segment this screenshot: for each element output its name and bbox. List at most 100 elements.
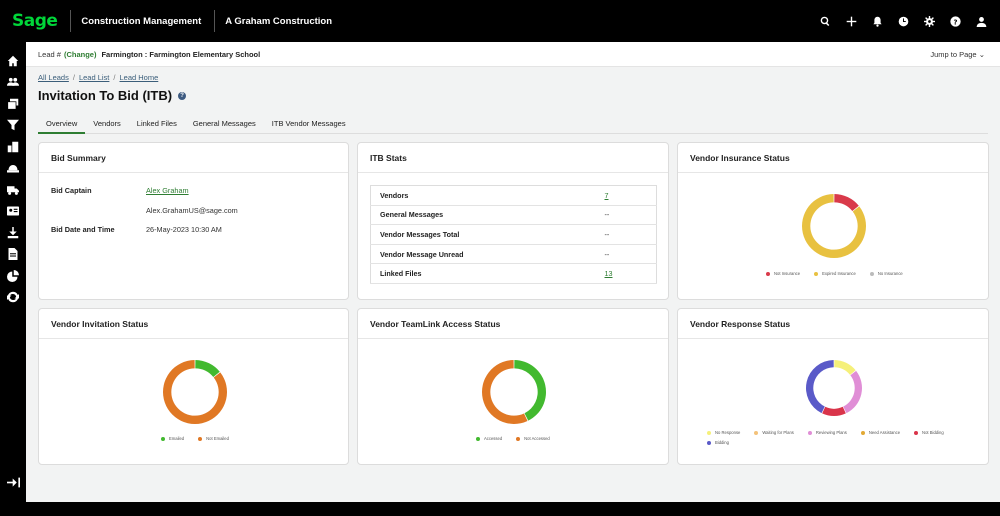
refresh-icon[interactable] <box>0 287 26 309</box>
donut-slice[interactable] <box>834 360 856 375</box>
stats-row: Vendor Messages Total -- <box>370 225 657 245</box>
legend-swatch <box>707 440 711 445</box>
lead-label: Lead # <box>38 49 61 59</box>
collapse-sidebar-icon[interactable] <box>0 472 26 492</box>
donut-slice[interactable] <box>834 194 859 212</box>
pie-chart-icon[interactable] <box>0 265 26 287</box>
donut-slice[interactable] <box>514 360 546 421</box>
legend-item[interactable]: Not Bidding <box>914 430 944 435</box>
insurance-legend: Not Insurance Expired Insurance No Insuran… <box>766 271 986 281</box>
legend-label: Reviewing Plans <box>815 430 847 435</box>
download-icon[interactable] <box>0 222 26 244</box>
tab-bar: Overview Vendors Linked Files General Me… <box>38 114 988 134</box>
stats-key: Vendor Message Unread <box>380 249 464 259</box>
home-icon[interactable] <box>0 50 26 72</box>
help-icon[interactable]: ? <box>178 91 187 100</box>
plus-icon[interactable] <box>844 14 858 28</box>
donut-slice[interactable] <box>822 406 846 416</box>
stats-value-link[interactable]: 7 <box>605 191 609 200</box>
legend-label: Not Bidding <box>922 430 944 435</box>
help-icon[interactable]: ? <box>948 14 962 28</box>
legend-swatch <box>807 430 812 435</box>
legend-label: Emailed <box>169 436 185 441</box>
legend-item[interactable]: Not Emailed <box>198 436 229 441</box>
stats-row: Linked Files 13 <box>370 264 657 284</box>
sage-logo[interactable]: Sage <box>12 11 58 31</box>
bid-captain-label: Bid Captain <box>51 186 92 195</box>
vendor-invitation-card: Vendor Invitation Status Emailed Not Emai… <box>38 308 349 465</box>
svg-text:?: ? <box>953 18 957 26</box>
donut-slice[interactable] <box>482 360 528 424</box>
legend-item[interactable]: Reviewing Plans <box>807 430 847 435</box>
legend-item[interactable]: Accessed <box>476 436 502 441</box>
bell-icon[interactable] <box>870 14 884 28</box>
divider <box>70 10 72 32</box>
legend-swatch <box>869 271 874 276</box>
page-title-text: Invitation To Bid (ITB) <box>38 88 173 103</box>
id-card-icon[interactable] <box>0 201 26 223</box>
legend-label: Expired Insurance <box>822 271 856 276</box>
tab-itb-vendor-messages[interactable]: ITB Vendor Messages <box>264 114 354 134</box>
breadcrumb-lead-list[interactable]: Lead List <box>79 73 109 82</box>
top-bar: Sage Construction Management A Graham Co… <box>0 0 1000 42</box>
tab-overview[interactable]: Overview <box>38 114 86 134</box>
legend-label: No Response <box>715 430 741 435</box>
legend-item[interactable]: Need Assistance <box>860 430 900 435</box>
bid-captain-link[interactable]: Alex Graham <box>146 186 189 195</box>
filter-icon[interactable] <box>0 115 26 137</box>
card-title: Vendor Invitation Status <box>39 309 348 339</box>
legend-swatch <box>161 436 165 441</box>
building-icon[interactable] <box>0 136 26 158</box>
gear-icon[interactable] <box>922 14 936 28</box>
legend-item[interactable]: Waiting for Plans <box>754 430 794 435</box>
breadcrumb-lead-home[interactable]: Lead Home <box>120 73 159 82</box>
stats-key: Vendors <box>380 190 409 200</box>
legend-item[interactable]: Expired Insurance <box>814 271 856 276</box>
tab-linked-files[interactable]: Linked Files <box>129 114 185 134</box>
donut-slice[interactable] <box>195 360 220 378</box>
legend-item[interactable]: Not Insurance <box>766 271 800 276</box>
page-title: Invitation To Bid (ITB) ? <box>38 88 187 103</box>
legend-swatch <box>914 430 919 435</box>
toolbar-icons: ? <box>818 0 988 42</box>
legend-label: Not Accessed <box>524 436 550 441</box>
clock-icon[interactable] <box>896 14 910 28</box>
layers-icon[interactable] <box>0 93 26 115</box>
legend-item[interactable]: Not Accessed <box>516 436 550 441</box>
legend-item[interactable]: No Insurance <box>869 271 903 276</box>
company-name[interactable]: A Graham Construction <box>225 16 332 27</box>
legend-swatch <box>476 436 480 441</box>
stats-value[interactable]: 13 <box>596 264 657 284</box>
donut-slice[interactable] <box>843 370 862 414</box>
lead-name: Farmington : Farmington Elementary Schoo… <box>101 49 261 59</box>
donut-slice[interactable] <box>806 360 834 414</box>
teamlink-legend: Accessed Not Accessed <box>476 436 656 446</box>
breadcrumb-all-leads[interactable]: All Leads <box>38 73 69 82</box>
vendor-teamlink-card: Vendor TeamLink Access Status Accessed No… <box>357 308 669 465</box>
jump-to-page-dropdown[interactable]: Jump to Page ⌄ <box>930 50 985 59</box>
legend-item[interactable]: No Response <box>707 430 740 435</box>
people-icon[interactable] <box>0 72 26 94</box>
legend-label: Not Emailed <box>206 436 229 441</box>
change-lead-link[interactable]: (Change) <box>64 50 97 59</box>
stats-value-link[interactable]: 13 <box>605 269 613 278</box>
divider <box>214 10 216 32</box>
legend-label: Accessed <box>484 436 503 441</box>
search-icon[interactable] <box>818 14 832 28</box>
stats-value: -- <box>604 229 610 239</box>
stats-key: Linked Files <box>380 269 422 279</box>
legend-label: Waiting for Plans <box>762 430 794 435</box>
hardhat-icon[interactable] <box>0 158 26 180</box>
bid-summary-card: Bid Summary Bid Captain Alex Graham Alex… <box>38 142 349 300</box>
bid-date-value: 26-May-2023 10:30 AM <box>146 225 222 234</box>
tab-general-messages[interactable]: General Messages <box>185 114 264 134</box>
tab-vendors[interactable]: Vendors <box>85 114 129 134</box>
stats-value[interactable]: 7 <box>596 186 657 206</box>
truck-icon[interactable] <box>0 179 26 201</box>
legend-label: No Insurance <box>877 271 903 276</box>
user-icon[interactable] <box>974 14 988 28</box>
legend-item[interactable]: Bidding <box>707 440 729 445</box>
product-name: Construction Management <box>81 15 202 27</box>
document-icon[interactable] <box>0 244 26 266</box>
legend-item[interactable]: Emailed <box>161 436 184 441</box>
